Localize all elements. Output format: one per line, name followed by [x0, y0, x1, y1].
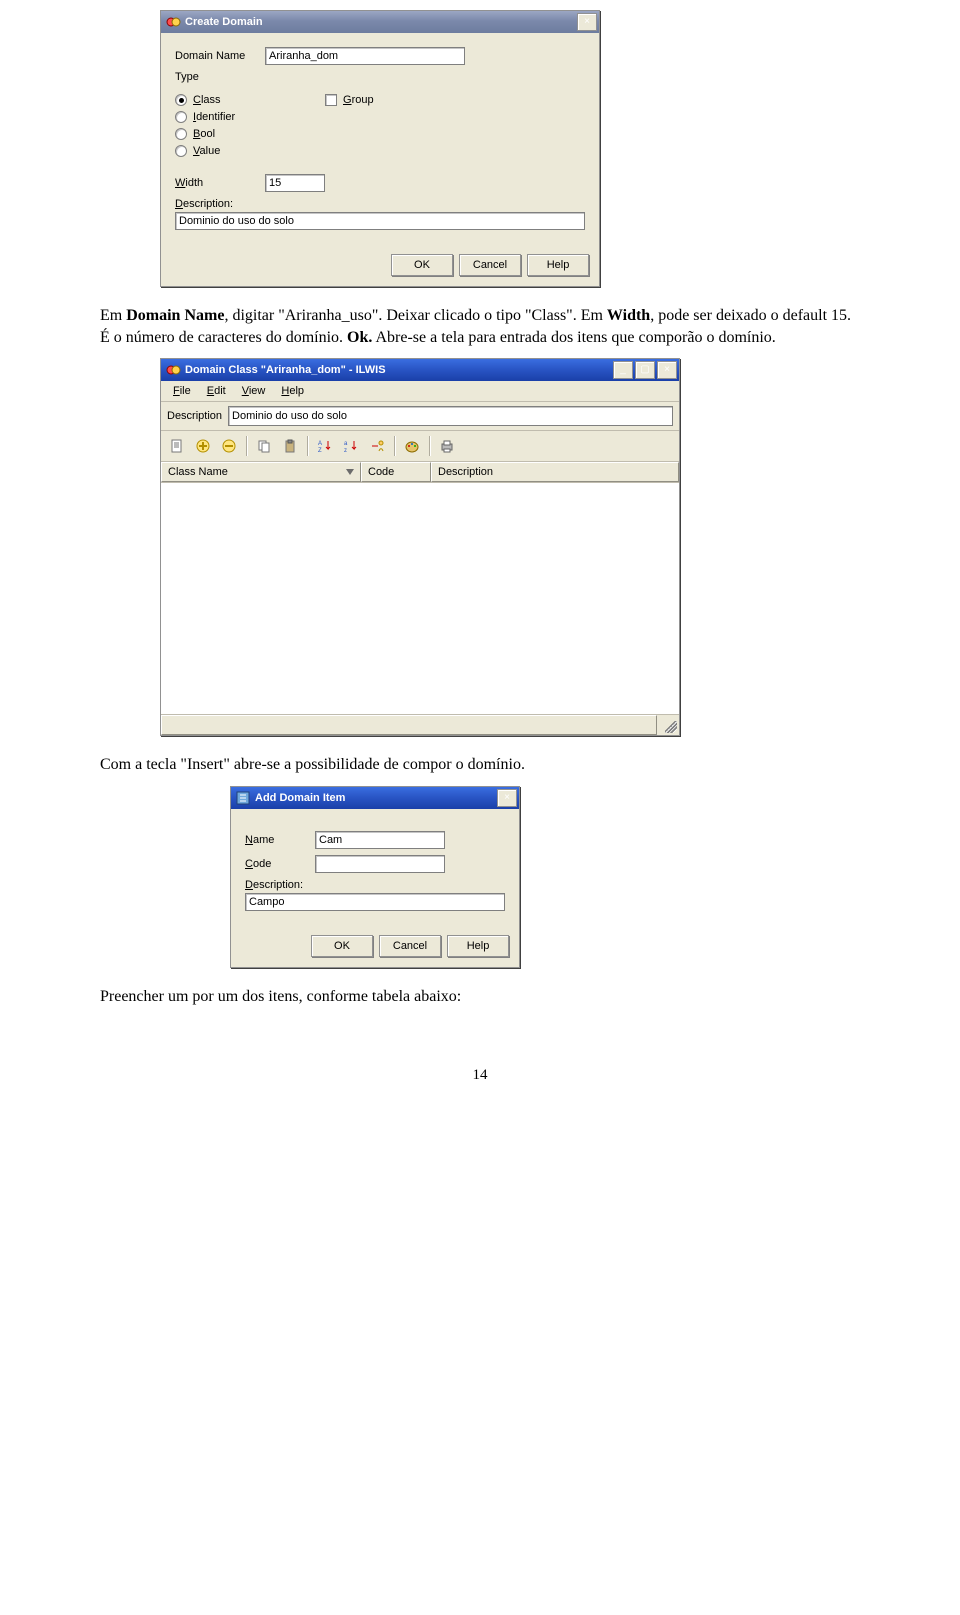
close-icon[interactable]: ×: [657, 361, 677, 379]
paragraph-3: Preencher um por um dos itens, conforme …: [100, 986, 860, 1008]
create-domain-title: Create Domain: [185, 16, 575, 28]
sort-az-up-icon[interactable]: az: [339, 434, 363, 458]
create-domain-titlebar[interactable]: Create Domain ×: [161, 11, 599, 33]
close-icon[interactable]: ×: [577, 13, 597, 31]
name-label: Name: [245, 834, 315, 846]
type-group-checkbox[interactable]: Group: [325, 94, 374, 106]
close-icon[interactable]: ×: [497, 789, 517, 807]
description-label: Description:: [175, 198, 585, 210]
toolbar-separator: [394, 436, 395, 456]
domain-name-label: Domain Name: [175, 50, 265, 62]
add-icon[interactable]: [191, 434, 215, 458]
edit-icon[interactable]: [165, 434, 189, 458]
type-identifier-label: Identifier: [193, 111, 235, 123]
menubar: File Edit View Help: [161, 381, 679, 402]
column-description[interactable]: Description: [431, 462, 679, 482]
palette-icon[interactable]: [400, 434, 424, 458]
list-body[interactable]: [161, 483, 679, 714]
radio-icon: [175, 94, 187, 106]
paragraph-1: Em Domain Name, digitar "Ariranha_uso". …: [100, 305, 860, 348]
domain-icon: [165, 362, 181, 378]
status-cell: [161, 715, 657, 735]
column-classname[interactable]: Class Name: [161, 462, 361, 482]
column-classname-label: Class Name: [168, 466, 228, 478]
item-description-label: Description:: [245, 879, 505, 891]
sort-manual-icon[interactable]: [365, 434, 389, 458]
type-class-radio[interactable]: Class: [175, 94, 325, 106]
copy-icon[interactable]: [252, 434, 276, 458]
help-button[interactable]: Help: [527, 254, 589, 276]
add-item-titlebar[interactable]: Add Domain Item ×: [231, 787, 519, 809]
add-domain-item-dialog: Add Domain Item × Name Code Description:…: [230, 786, 520, 968]
desc-label: Description: [167, 410, 222, 422]
minimize-icon[interactable]: _: [613, 361, 633, 379]
sort-indicator-icon: [346, 469, 354, 475]
type-class-label: Class: [193, 94, 221, 106]
ok-button[interactable]: OK: [391, 254, 453, 276]
add-item-icon: [235, 790, 251, 806]
list-header: Class Name Code Description: [161, 462, 679, 483]
menu-file[interactable]: File: [165, 383, 199, 399]
domain-class-editor-window: Domain Class "Ariranha_dom" - ILWIS _ ▢ …: [160, 358, 680, 736]
radio-icon: [175, 128, 187, 140]
ok-button[interactable]: OK: [311, 935, 373, 957]
desc-input[interactable]: [228, 406, 673, 426]
name-input[interactable]: [315, 831, 445, 849]
checkbox-icon: [325, 94, 337, 106]
code-label: Code: [245, 858, 315, 870]
radio-icon: [175, 145, 187, 157]
type-value-label: Value: [193, 145, 220, 157]
create-domain-dialog: Create Domain × Domain Name Type Class: [160, 10, 600, 287]
ilwis-title: Domain Class "Ariranha_dom" - ILWIS: [185, 364, 611, 376]
description-input[interactable]: [175, 212, 585, 230]
toolbar-separator: [246, 436, 247, 456]
print-icon[interactable]: [435, 434, 459, 458]
width-label: Width: [175, 177, 265, 189]
domain-name-input[interactable]: [265, 47, 465, 65]
help-button[interactable]: Help: [447, 935, 509, 957]
statusbar: [161, 714, 679, 735]
svg-text:z: z: [344, 448, 347, 454]
cancel-button[interactable]: Cancel: [459, 254, 521, 276]
maximize-icon[interactable]: ▢: [635, 361, 655, 379]
type-label: Type: [175, 71, 265, 83]
type-bool-label: Bool: [193, 128, 215, 140]
page-number: 14: [100, 1067, 860, 1084]
type-group-label: Group: [343, 94, 374, 106]
menu-help[interactable]: Help: [273, 383, 312, 399]
ilwis-titlebar[interactable]: Domain Class "Ariranha_dom" - ILWIS _ ▢ …: [161, 359, 679, 381]
menu-edit[interactable]: Edit: [199, 383, 234, 399]
domain-icon: [165, 14, 181, 30]
paste-icon[interactable]: [278, 434, 302, 458]
svg-text:a: a: [344, 441, 348, 447]
radio-icon: [175, 111, 187, 123]
svg-text:Z: Z: [318, 448, 322, 454]
toolbar-separator: [307, 436, 308, 456]
svg-text:A: A: [318, 441, 322, 447]
menu-view[interactable]: View: [234, 383, 274, 399]
width-input[interactable]: [265, 174, 325, 192]
type-bool-radio[interactable]: Bool: [175, 128, 325, 140]
code-input[interactable]: [315, 855, 445, 873]
description-bar: Description: [161, 402, 679, 431]
type-identifier-radio[interactable]: Identifier: [175, 111, 325, 123]
sort-az-down-icon[interactable]: AZ: [313, 434, 337, 458]
item-description-input[interactable]: [245, 893, 505, 911]
resize-grip-icon[interactable]: [657, 715, 679, 735]
type-value-radio[interactable]: Value: [175, 145, 325, 157]
add-item-title: Add Domain Item: [255, 792, 495, 804]
column-code[interactable]: Code: [361, 462, 431, 482]
cancel-button[interactable]: Cancel: [379, 935, 441, 957]
paragraph-2: Com a tecla "Insert" abre-se a possibili…: [100, 754, 860, 776]
toolbar: AZ az: [161, 431, 679, 462]
toolbar-separator: [429, 436, 430, 456]
remove-icon[interactable]: [217, 434, 241, 458]
